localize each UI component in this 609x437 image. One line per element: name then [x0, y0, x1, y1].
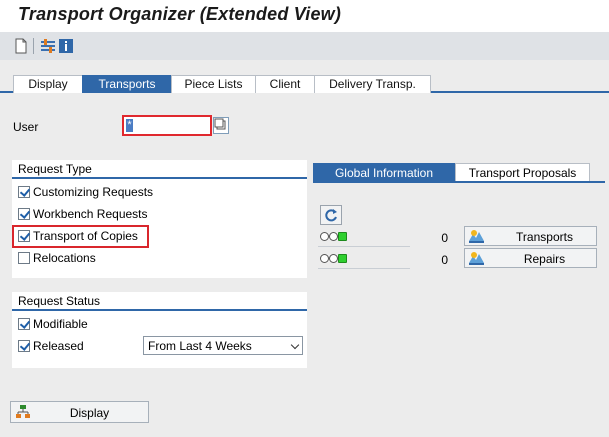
tab-transport-proposals[interactable]: Transport Proposals — [455, 163, 590, 182]
main-tab-strip: Display Transports Piece Lists Client De… — [0, 75, 609, 93]
transports-button[interactable]: Transports — [464, 226, 597, 246]
right-tab-divider — [313, 181, 605, 183]
request-type-title: Request Type — [18, 162, 92, 176]
repairs-button-label: Repairs — [523, 252, 566, 266]
transports-status-row — [318, 227, 410, 247]
refresh-icon — [325, 209, 337, 222]
user-label: User — [13, 120, 39, 134]
released-period-select[interactable]: From Last 4 Weeks — [143, 336, 303, 355]
repairs-count: 0 — [441, 253, 448, 267]
transports-count: 0 — [441, 231, 448, 245]
new-document-icon[interactable] — [13, 38, 29, 54]
page-title: Transport Organizer (Extended View) — [18, 4, 342, 24]
group-divider — [12, 177, 307, 179]
tab-delivery-transp[interactable]: Delivery Transp. — [314, 75, 431, 93]
customizing-requests-label: Customizing Requests — [33, 185, 154, 199]
workbench-requests-checkbox[interactable] — [18, 208, 30, 220]
repairs-status-row — [318, 249, 410, 269]
group-divider — [12, 309, 307, 311]
display-button[interactable]: Display — [10, 401, 149, 423]
workbench-requests-label: Workbench Requests — [33, 207, 148, 221]
display-button-label: Display — [69, 406, 110, 420]
relocations-checkbox[interactable] — [18, 252, 30, 264]
transports-button-label: Transports — [516, 230, 573, 244]
settings-icon[interactable] — [40, 38, 56, 54]
toolbar-separator — [33, 38, 34, 54]
tab-global-information[interactable]: Global Information — [313, 163, 455, 182]
user-input-value: * — [126, 119, 133, 132]
refresh-button[interactable] — [320, 205, 342, 225]
truck-icon — [468, 228, 485, 245]
info-icon[interactable] — [58, 38, 74, 54]
traffic-light-icon — [318, 231, 350, 243]
user-value-help-button[interactable] — [213, 117, 229, 134]
tab-client[interactable]: Client — [255, 75, 315, 93]
traffic-light-icon — [318, 253, 350, 265]
tab-display[interactable]: Display — [13, 75, 83, 93]
released-label: Released — [33, 339, 84, 353]
relocations-label: Relocations — [33, 251, 96, 265]
modifiable-label: Modifiable — [33, 317, 88, 331]
tab-transports[interactable]: Transports — [82, 75, 172, 93]
released-checkbox[interactable] — [18, 340, 30, 352]
transport-of-copies-label: Transport of Copies — [33, 229, 138, 243]
tab-piece-lists[interactable]: Piece Lists — [171, 75, 256, 93]
repair-icon — [468, 250, 485, 267]
customizing-requests-checkbox[interactable] — [18, 186, 30, 198]
title-bar: Transport Organizer (Extended View) — [0, 0, 609, 32]
repairs-button[interactable]: Repairs — [464, 248, 597, 268]
modifiable-checkbox[interactable] — [18, 318, 30, 330]
released-period-value: From Last 4 Weeks — [148, 339, 252, 353]
user-input[interactable]: * — [122, 115, 212, 136]
hierarchy-icon — [15, 404, 31, 423]
request-status-title: Request Status — [18, 294, 101, 308]
chevron-down-icon — [290, 340, 300, 350]
transport-of-copies-checkbox[interactable] — [18, 230, 30, 242]
application-toolbar — [0, 32, 609, 60]
